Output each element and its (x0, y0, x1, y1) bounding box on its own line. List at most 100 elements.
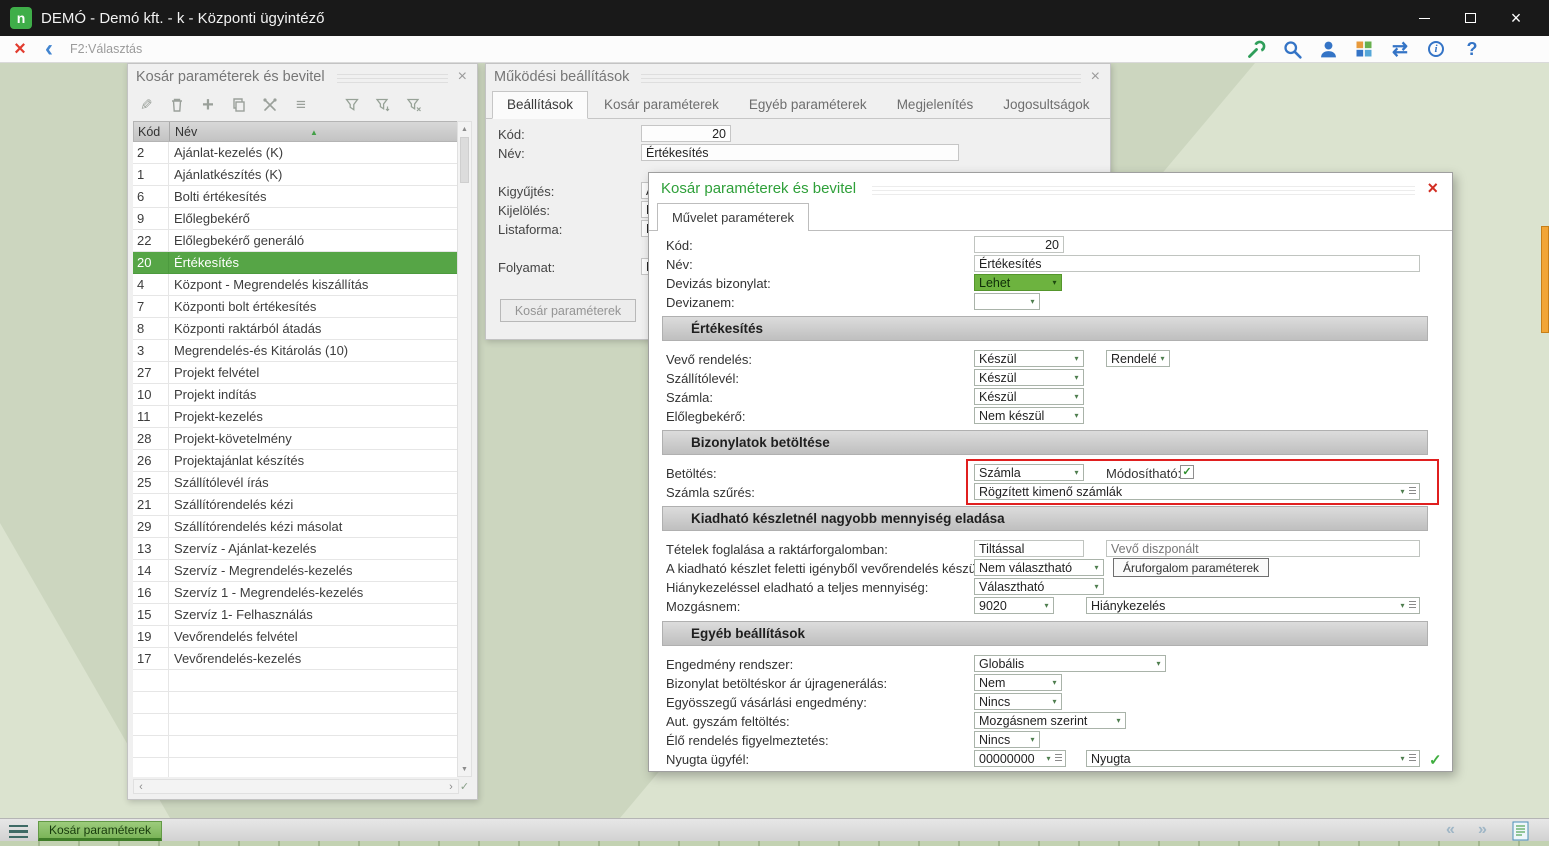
delete-button[interactable] (168, 96, 186, 114)
tab-muvelet-parameterek[interactable]: Művelet paraméterek (657, 203, 809, 231)
table-row[interactable]: 8Központi raktárból átadás (133, 318, 459, 340)
scroll-down-icon[interactable]: ▼ (458, 762, 471, 776)
table-row[interactable] (133, 670, 459, 692)
column-header-nev[interactable]: Név ▲ (170, 122, 458, 141)
hianykezeles-select[interactable]: Választható ▾ (974, 578, 1104, 595)
help-button[interactable]: ? (1461, 38, 1483, 60)
panel-confirm-check-icon[interactable]: ✓ (457, 779, 472, 794)
devizas-select[interactable]: Lehet ▾ (974, 274, 1062, 291)
scroll-up-icon[interactable]: ▲ (458, 122, 471, 136)
tab-megjelenites[interactable]: Megjelenítés (883, 92, 988, 118)
table-row[interactable]: 4Központ - Megrendelés kiszállítás (133, 274, 459, 296)
table-row[interactable]: 27Projekt felvétel (133, 362, 459, 384)
table-row[interactable]: 9Előlegbekérő (133, 208, 459, 230)
aruforgalom-parameterek-button[interactable]: Áruforgalom paraméterek (1113, 558, 1269, 577)
kod-input[interactable]: 20 (974, 236, 1064, 253)
filter-apply-button[interactable] (374, 96, 392, 114)
table-row[interactable]: 19Vevőrendelés felvétel (133, 626, 459, 648)
szamla-select[interactable]: Készül ▾ (974, 388, 1084, 405)
maximize-button[interactable] (1447, 0, 1493, 36)
mp-nev-input[interactable]: Értékesítés (641, 144, 959, 161)
statusbar-prev-icon[interactable]: « (1446, 821, 1455, 839)
szallitolevel-select[interactable]: Készül ▾ (974, 369, 1084, 386)
scroll-right-icon[interactable]: › (444, 781, 458, 793)
betoltes-select[interactable]: Számla ▾ (974, 464, 1084, 481)
close-button[interactable]: × (1493, 0, 1539, 36)
settings-panel-close-icon[interactable]: × (1089, 69, 1102, 85)
add-button[interactable]: + (199, 96, 217, 114)
table-row[interactable]: 28Projekt-követelmény (133, 428, 459, 450)
table-row[interactable]: 3Megrendelés-és Kitárolás (10) (133, 340, 459, 362)
exit-button[interactable]: × (8, 39, 32, 59)
vertical-scrollbar[interactable]: ▲ ▼ (457, 121, 472, 777)
table-row[interactable]: 15Szervíz 1- Felhasználás (133, 604, 459, 626)
nyugta-name-select[interactable]: Nyugta ▾ (1086, 750, 1420, 767)
table-row[interactable]: 6Bolti értékesítés (133, 186, 459, 208)
gyszam-select[interactable]: Mozgásnem szerint ▾ (974, 712, 1126, 729)
settings-wrench-button[interactable] (1245, 38, 1267, 60)
tab-egyeb-parameterek[interactable]: Egyéb paraméterek (735, 92, 881, 118)
table-row[interactable]: 10Projekt indítás (133, 384, 459, 406)
mp-kod-input[interactable]: 20 (641, 125, 731, 142)
tools-button[interactable] (261, 96, 279, 114)
list-view-button[interactable]: ≡ (292, 96, 310, 114)
table-row[interactable] (133, 758, 459, 777)
tetelek-foglalasa-mod-input[interactable]: Vevő diszponált (1106, 540, 1420, 557)
table-row[interactable]: 7Központi bolt értékesítés (133, 296, 459, 318)
table-row[interactable]: 25Szállítólevél írás (133, 472, 459, 494)
transfer-button[interactable]: ⇄ (1389, 38, 1411, 60)
szamla-szures-select[interactable]: Rögzített kimenő számlák ▾ (974, 483, 1420, 500)
table-row[interactable]: 21Szállítórendelés kézi (133, 494, 459, 516)
table-row[interactable]: 20Értékesítés (133, 252, 459, 274)
table-row[interactable] (133, 736, 459, 758)
table-row[interactable]: 29Szállítórendelés kézi másolat (133, 516, 459, 538)
info-button[interactable]: i (1425, 38, 1447, 60)
modules-grid-button[interactable] (1353, 38, 1375, 60)
statusbar-task-badge[interactable]: Kosár paraméterek (38, 821, 162, 841)
column-header-kod[interactable]: Kód (134, 122, 170, 141)
mozgasnem-code-select[interactable]: 9020 ▾ (974, 597, 1054, 614)
filter-button[interactable] (343, 96, 361, 114)
basket-panel-close-icon[interactable]: × (456, 69, 469, 85)
tab-jogosultsagok[interactable]: Jogosultságok (989, 92, 1103, 118)
nev-input[interactable]: Értékesítés (974, 255, 1420, 272)
tetelek-foglalasa-input[interactable]: Tiltással (974, 540, 1084, 557)
tab-beallitasok[interactable]: Beállítások (492, 91, 588, 119)
scroll-left-icon[interactable]: ‹ (134, 781, 148, 793)
dialog-confirm-check-icon[interactable]: ✓ (1429, 751, 1442, 769)
detail-lines-icon[interactable] (1409, 487, 1416, 496)
table-row[interactable]: 11Projekt-kezelés (133, 406, 459, 428)
egyosszegu-select[interactable]: Nincs ▾ (974, 693, 1062, 710)
table-row[interactable]: 26Projektajánlat készítés (133, 450, 459, 472)
statusbar-next-icon[interactable]: » (1478, 821, 1487, 839)
dialog-drag-grip[interactable] (872, 186, 1415, 198)
table-row[interactable]: 16Szervíz 1 - Megrendelés-kezelés (133, 582, 459, 604)
elolegbekero-select[interactable]: Nem készül ▾ (974, 407, 1084, 424)
scrollbar-thumb[interactable] (460, 137, 469, 183)
table-row[interactable]: 13Szervíz - Ajánlat-kezelés (133, 538, 459, 560)
panel-drag-grip[interactable] (337, 74, 448, 86)
figyelmeztetes-select[interactable]: Nincs ▾ (974, 731, 1040, 748)
table-row[interactable]: 14Szervíz - Megrendelés-kezelés (133, 560, 459, 582)
engedmeny-select[interactable]: Globális ▾ (974, 655, 1166, 672)
mozgasnem-name-select[interactable]: Hiánykezelés ▾ (1086, 597, 1420, 614)
table-row[interactable]: 22Előlegbekérő generáló (133, 230, 459, 252)
copy-button[interactable] (230, 96, 248, 114)
kosar-parameterek-button[interactable]: Kosár paraméterek (500, 299, 636, 322)
vevo-rendeles-select[interactable]: Készül ▾ (974, 350, 1084, 367)
minimize-button[interactable] (1401, 0, 1447, 36)
ujrageneralas-select[interactable]: Nem ▾ (974, 674, 1062, 691)
table-row[interactable]: 17Vevőrendelés-kezelés (133, 648, 459, 670)
panel-drag-grip[interactable] (641, 74, 1080, 86)
kiadhato-igeny-select[interactable]: Nem választható ▾ (974, 559, 1104, 576)
back-button[interactable]: ‹ (40, 39, 58, 59)
tab-kosar-parameterek[interactable]: Kosár paraméterek (590, 92, 733, 118)
detail-lines-icon[interactable] (1055, 754, 1062, 763)
horizontal-scrollbar[interactable]: ‹ › (133, 779, 459, 794)
table-row[interactable] (133, 714, 459, 736)
detail-lines-icon[interactable] (1409, 601, 1416, 610)
table-row[interactable]: 1Ajánlatkészítés (K) (133, 164, 459, 186)
nyugta-code-select[interactable]: 00000000 ▾ (974, 750, 1066, 767)
detail-lines-icon[interactable] (1409, 754, 1416, 763)
modosithato-checkbox[interactable]: ✓ (1180, 465, 1194, 479)
